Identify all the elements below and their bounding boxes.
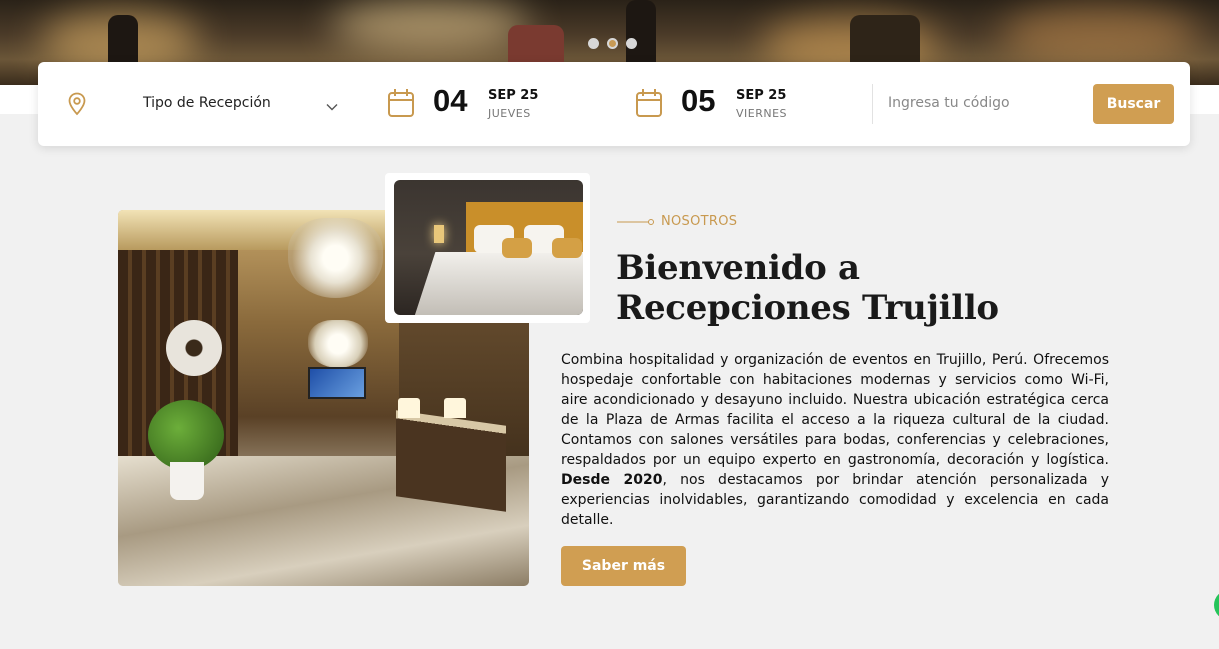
search-button[interactable]: Buscar xyxy=(1093,84,1174,124)
reception-type-select[interactable]: Tipo de Recepción xyxy=(143,95,271,111)
title-line-1: Bienvenido a xyxy=(616,248,860,288)
carousel-dots xyxy=(588,38,637,49)
checkin-month: SEP 25 xyxy=(488,88,539,103)
paragraph-highlight: Desde 2020 xyxy=(561,472,663,488)
carousel-dot[interactable] xyxy=(626,38,637,49)
section-title: Bienvenido a Recepciones Trujillo xyxy=(616,248,1056,328)
about-paragraph: Combina hospitalidad y organización de e… xyxy=(561,350,1109,530)
calendar-icon[interactable] xyxy=(387,88,415,122)
carousel-dot[interactable] xyxy=(588,38,599,49)
checkout-day[interactable]: 05 xyxy=(681,83,715,119)
checkin-weekday: JUEVES xyxy=(488,107,531,120)
code-input[interactable] xyxy=(888,88,1078,118)
divider xyxy=(872,84,873,124)
learn-more-button[interactable]: Saber más xyxy=(561,546,686,586)
title-line-2: Recepciones Trujillo xyxy=(616,288,999,328)
bedroom-photo xyxy=(394,180,583,315)
checkout-month: SEP 25 xyxy=(736,88,787,103)
booking-bar: Tipo de Recepción 04 SEP 25 JUEVES 05 SE… xyxy=(38,62,1190,146)
calendar-icon[interactable] xyxy=(635,88,663,122)
location-pin-icon xyxy=(67,92,87,120)
section-eyebrow: NOSOTROS xyxy=(617,212,737,231)
checkout-weekday: VIERNES xyxy=(736,107,788,120)
whatsapp-icon[interactable] xyxy=(1214,590,1219,620)
checkin-day[interactable]: 04 xyxy=(433,83,467,119)
light-glow xyxy=(330,0,530,50)
arrow-line-icon xyxy=(617,212,655,231)
carousel-dot-active[interactable] xyxy=(607,38,618,49)
chevron-down-icon[interactable] xyxy=(325,97,339,116)
eyebrow-label: NOSOTROS xyxy=(661,214,738,229)
paragraph-text: Combina hospitalidad y organización de e… xyxy=(561,352,1109,468)
light-glow xyxy=(1000,5,1200,65)
